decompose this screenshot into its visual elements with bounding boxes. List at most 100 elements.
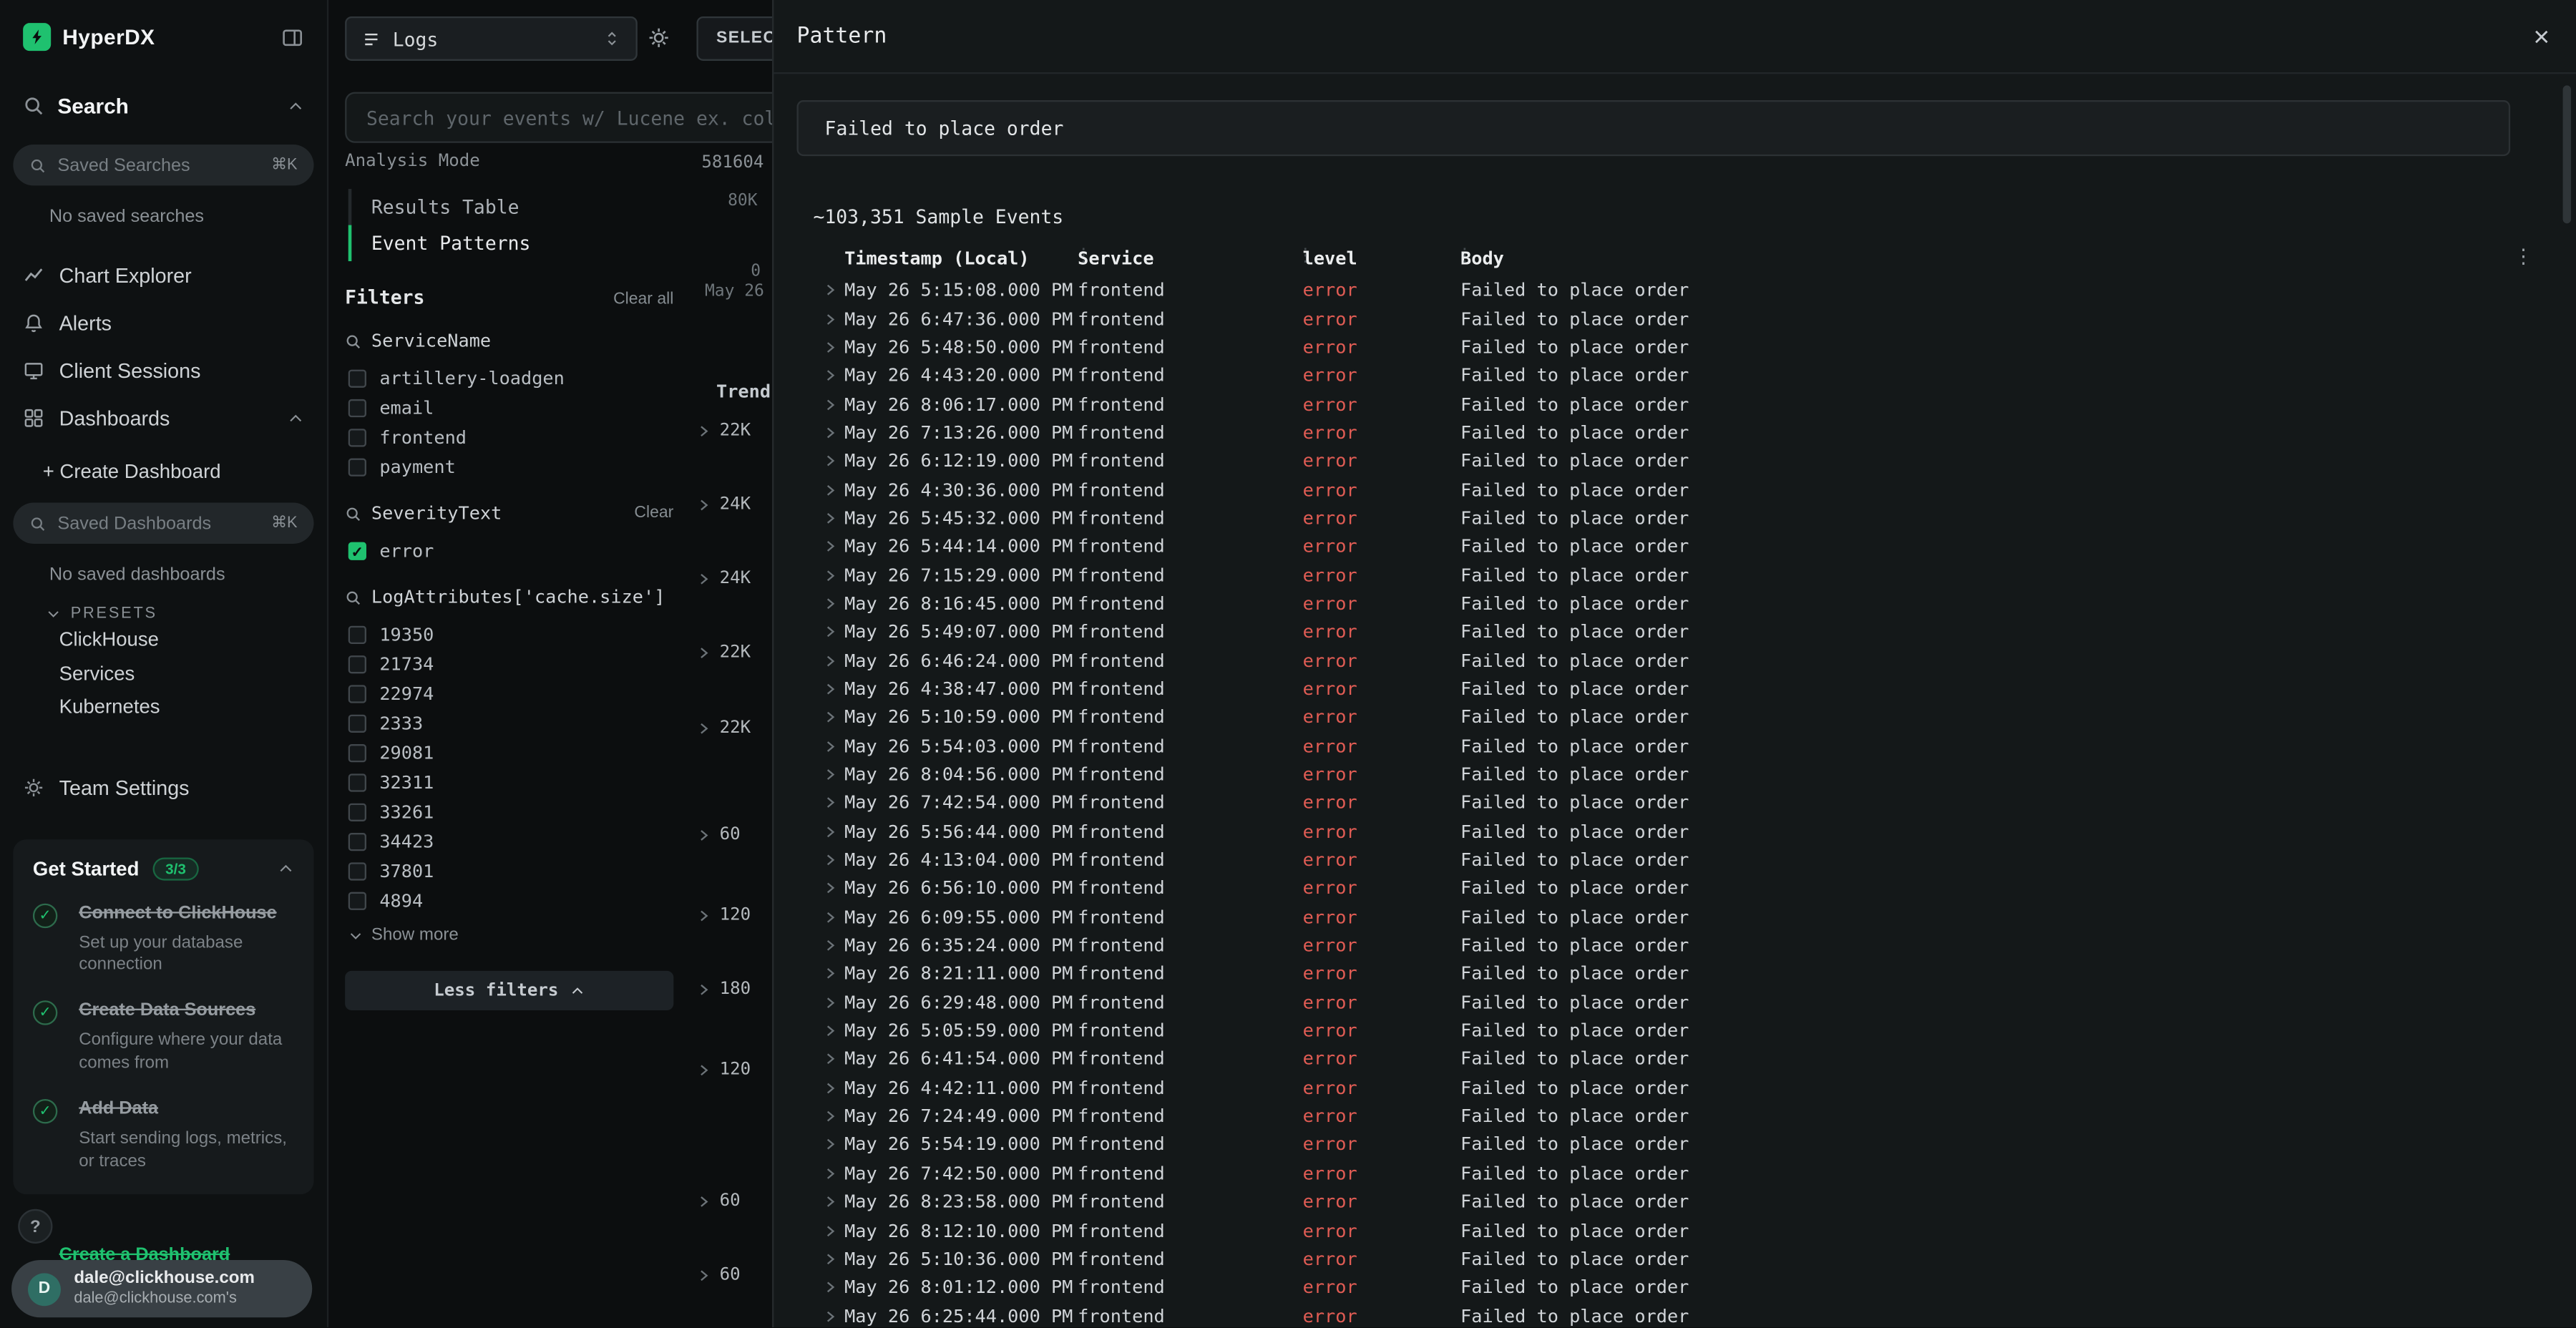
chevron-right-icon[interactable] (823, 1309, 844, 1324)
table-row[interactable]: May 26 4:43:20.000 PM frontend error Fai… (774, 361, 2576, 390)
chevron-right-icon[interactable] (823, 368, 844, 384)
trend-row[interactable]: 22K (696, 421, 751, 441)
preset-item[interactable]: Services (0, 656, 327, 690)
checkbox[interactable] (348, 743, 366, 761)
trend-row[interactable]: 22K (696, 643, 751, 663)
trend-row[interactable]: 120 (696, 905, 751, 925)
filter-option[interactable]: frontend (345, 422, 673, 451)
table-row[interactable]: May 26 5:44:14.000 PM frontend error Fai… (774, 532, 2576, 561)
table-row[interactable]: May 26 4:13:04.000 PM frontend error Fai… (774, 846, 2576, 874)
filter-group-header-cachesize[interactable]: LogAttributes['cache.size'] (345, 587, 673, 608)
chevron-right-icon[interactable] (696, 907, 711, 922)
chevron-right-icon[interactable] (823, 397, 844, 412)
get-started-header[interactable]: Get Started 3/3 (33, 856, 294, 879)
chevron-right-icon[interactable] (823, 967, 844, 982)
preset-item[interactable]: Kubernetes (0, 690, 327, 723)
filter-option[interactable]: 37801 (345, 856, 673, 885)
trend-row[interactable]: 180 (696, 979, 751, 999)
chevron-right-icon[interactable] (823, 482, 844, 497)
filter-option[interactable]: artillery-loadgen (345, 363, 673, 392)
clear-all-link[interactable]: Clear all (613, 290, 673, 308)
filter-option[interactable]: 33261 (345, 797, 673, 826)
chevron-right-icon[interactable] (696, 1193, 711, 1209)
filter-option[interactable]: 34423 (345, 826, 673, 856)
search-section-header[interactable]: Search (0, 94, 327, 118)
checkbox[interactable] (348, 861, 366, 879)
chevron-right-icon[interactable] (823, 738, 844, 753)
chevron-right-icon[interactable] (823, 909, 844, 924)
column-divider-icon[interactable]: ⋮ (1296, 245, 1314, 266)
trend-row[interactable]: 120 (696, 1060, 751, 1080)
filter-group-header-servicename[interactable]: ServiceName (345, 330, 673, 351)
show-more-toggle[interactable]: Show more (348, 925, 674, 945)
chevron-right-icon[interactable] (823, 767, 844, 782)
table-row[interactable]: May 26 5:49:07.000 PM frontend error Fai… (774, 618, 2576, 647)
table-row[interactable]: May 26 8:23:58.000 PM frontend error Fai… (774, 1188, 2576, 1216)
table-row[interactable]: May 26 6:12:19.000 PM frontend error Fai… (774, 447, 2576, 476)
less-filters-button[interactable]: Less filters (345, 971, 673, 1010)
table-row[interactable]: May 26 6:35:24.000 PM frontend error Fai… (774, 932, 2576, 960)
table-menu-icon[interactable]: ⋮ (2514, 245, 2534, 268)
chevron-right-icon[interactable] (696, 423, 711, 438)
chevron-right-icon[interactable] (823, 1080, 844, 1095)
sidebar-item-client-sessions[interactable]: Client Sessions (0, 346, 327, 394)
trend-row[interactable]: 22K (696, 718, 751, 738)
table-row[interactable]: May 26 6:46:24.000 PM frontend error Fai… (774, 646, 2576, 675)
table-row[interactable]: May 26 8:21:11.000 PM frontend error Fai… (774, 960, 2576, 988)
table-row[interactable]: May 26 8:04:56.000 PM frontend error Fai… (774, 761, 2576, 789)
chevron-right-icon[interactable] (823, 1223, 844, 1238)
sidebar-item-dashboards[interactable]: Dashboards (0, 394, 327, 442)
trend-row[interactable]: 60 (696, 1191, 740, 1211)
chevron-right-icon[interactable] (823, 1280, 844, 1295)
source-select[interactable]: Logs (345, 16, 638, 61)
chevron-right-icon[interactable] (823, 425, 844, 440)
chevron-right-icon[interactable] (823, 511, 844, 526)
chevron-right-icon[interactable] (823, 540, 844, 555)
table-row[interactable]: May 26 8:16:45.000 PM frontend error Fai… (774, 590, 2576, 618)
table-row[interactable]: May 26 5:05:59.000 PM frontend error Fai… (774, 1017, 2576, 1045)
table-row[interactable]: May 26 5:15:08.000 PM frontend error Fai… (774, 276, 2576, 305)
chevron-right-icon[interactable] (823, 1024, 844, 1039)
table-row[interactable]: May 26 5:45:32.000 PM frontend error Fai… (774, 504, 2576, 532)
checkbox[interactable] (348, 773, 366, 791)
chevron-right-icon[interactable] (823, 625, 844, 640)
chevron-right-icon[interactable] (823, 653, 844, 668)
table-row[interactable]: May 26 5:54:03.000 PM frontend error Fai… (774, 732, 2576, 761)
checkbox[interactable] (348, 684, 366, 702)
chevron-right-icon[interactable] (696, 1267, 711, 1282)
table-row[interactable]: May 26 6:25:44.000 PM frontend error Fai… (774, 1302, 2576, 1327)
table-row[interactable]: May 26 5:48:50.000 PM frontend error Fai… (774, 333, 2576, 361)
chevron-right-icon[interactable] (696, 571, 711, 586)
preset-item[interactable]: ClickHouse (0, 622, 327, 656)
checkbox[interactable] (348, 832, 366, 850)
collapse-sidebar-icon[interactable] (281, 26, 304, 49)
saved-searches-input-wrap[interactable]: ⌘K (13, 145, 313, 185)
column-divider-icon[interactable]: ⋮ (1075, 245, 1093, 266)
chevron-right-icon[interactable] (696, 1062, 711, 1077)
mode-results-table[interactable]: Results Table (348, 189, 674, 225)
chevron-right-icon[interactable] (823, 881, 844, 896)
chevron-right-icon[interactable] (696, 645, 711, 660)
table-row[interactable]: May 26 7:15:29.000 PM frontend error Fai… (774, 561, 2576, 590)
checkbox[interactable] (348, 655, 366, 673)
table-row[interactable]: May 26 4:42:11.000 PM frontend error Fai… (774, 1074, 2576, 1103)
table-row[interactable]: May 26 6:41:54.000 PM frontend error Fai… (774, 1045, 2576, 1074)
source-settings-gear-icon[interactable] (648, 26, 670, 49)
table-row[interactable]: May 26 7:24:49.000 PM frontend error Fai… (774, 1102, 2576, 1131)
chevron-right-icon[interactable] (823, 824, 844, 839)
table-row[interactable]: May 26 5:54:19.000 PM frontend error Fai… (774, 1131, 2576, 1159)
table-row[interactable]: May 26 8:06:17.000 PM frontend error Fai… (774, 390, 2576, 419)
column-divider-icon[interactable]: ⋮ (1455, 245, 1473, 266)
table-row[interactable]: May 26 6:47:36.000 PM frontend error Fai… (774, 305, 2576, 333)
trend-row[interactable]: 60 (696, 825, 740, 845)
checkbox[interactable] (348, 457, 366, 475)
chevron-right-icon[interactable] (823, 853, 844, 868)
saved-dashboards-input-wrap[interactable]: ⌘K (13, 503, 313, 544)
chevron-right-icon[interactable] (823, 1138, 844, 1153)
chevron-right-icon[interactable] (823, 682, 844, 697)
saved-searches-input[interactable] (57, 155, 260, 175)
chevron-up-icon[interactable] (278, 860, 294, 877)
clear-link[interactable]: Clear (634, 504, 673, 522)
close-icon[interactable]: × (2533, 22, 2550, 50)
chevron-right-icon[interactable] (696, 982, 711, 997)
